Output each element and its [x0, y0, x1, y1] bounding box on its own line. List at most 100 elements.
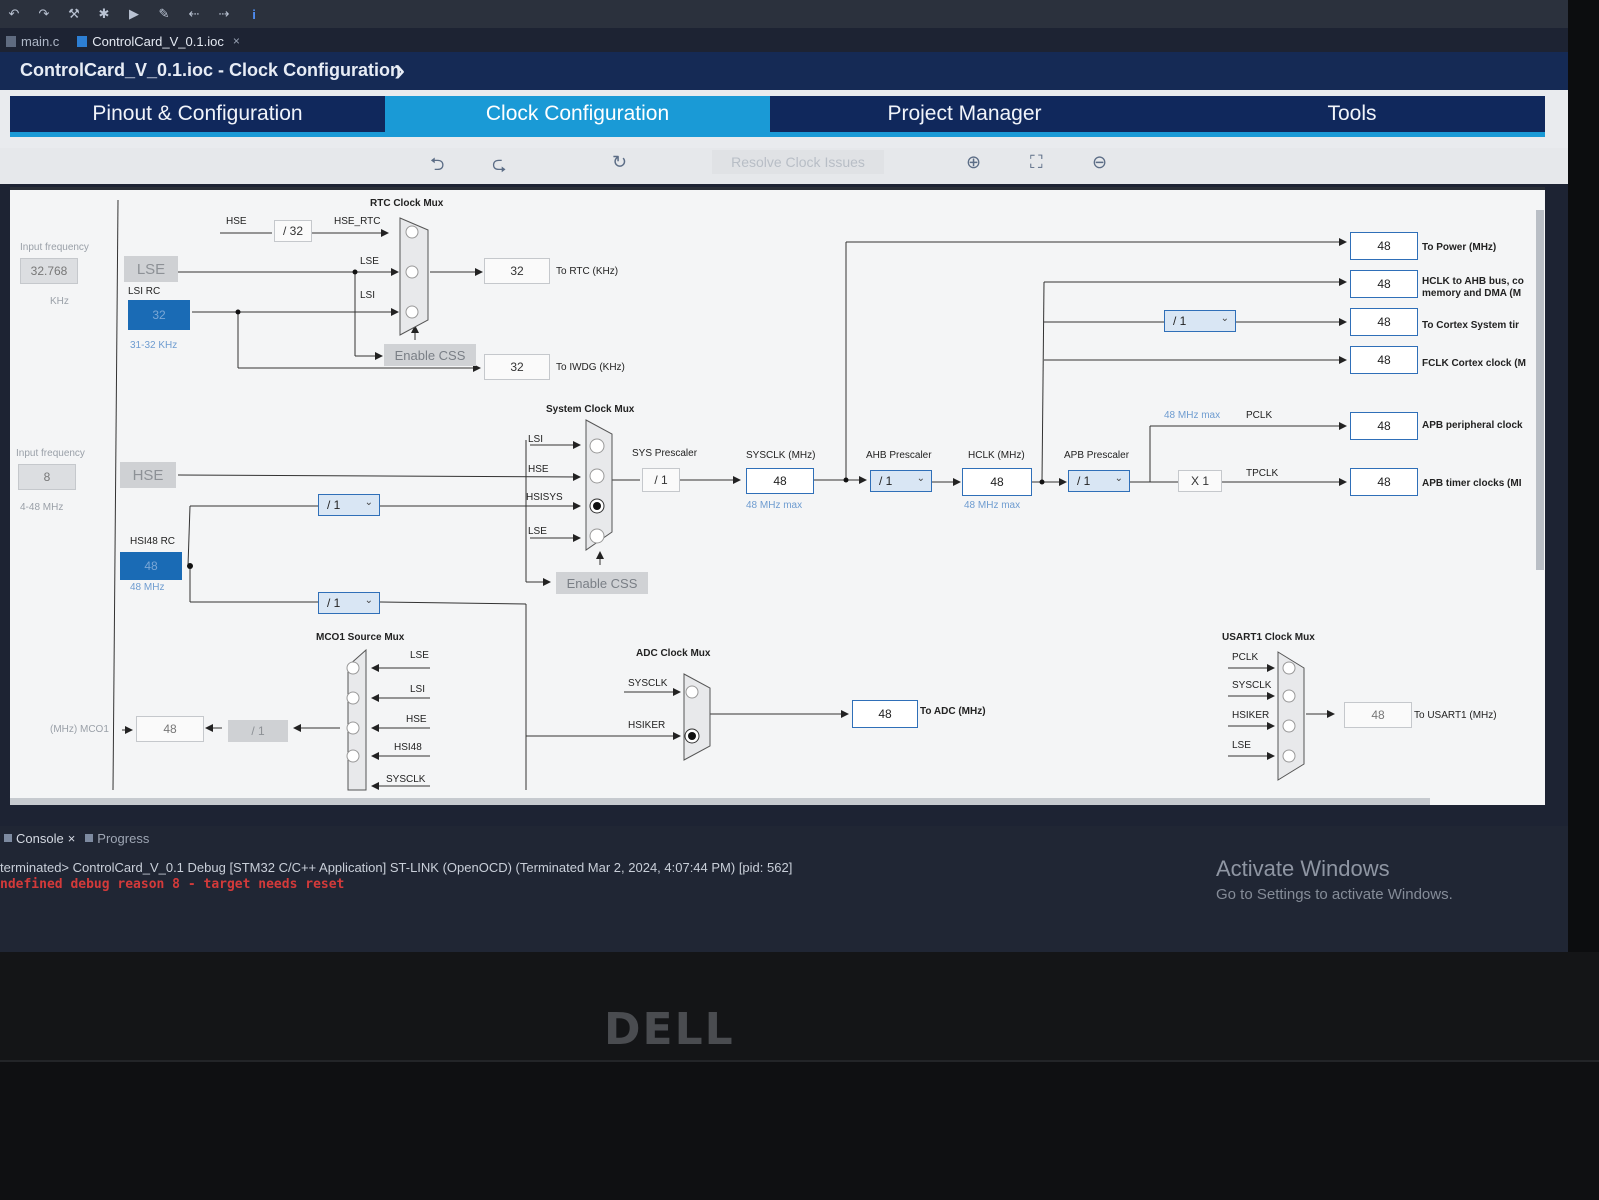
tab-progress[interactable]: Progress [85, 831, 149, 846]
console-status-line: terminated> ControlCard_V_0.1 Debug [STM… [0, 860, 793, 875]
fclk-frequency-value[interactable]: 48 [1350, 346, 1418, 374]
hclk-ahb-label: HCLK to AHB bus, co [1422, 276, 1524, 287]
undo-icon[interactable]: ↶ [6, 6, 22, 22]
redo-icon[interactable]: ↷ [36, 6, 52, 22]
horizontal-scrollbar[interactable] [10, 798, 1430, 805]
cortex-timer-label: To Cortex System tir [1422, 320, 1520, 331]
vertical-scrollbar[interactable] [1536, 210, 1544, 570]
hclk-value[interactable]: 48 [962, 468, 1032, 496]
mco1-frequency-value[interactable]: 48 [136, 716, 204, 742]
hse-range-label: 4-48 MHz [20, 502, 64, 513]
hsi48-divider-select[interactable]: / 1 ⌄ [318, 592, 380, 614]
forward-icon[interactable]: ⇢ [216, 6, 232, 22]
hse-rtc-divider[interactable]: / 32 [274, 220, 312, 242]
system-enable-css-button[interactable]: Enable CSS [556, 572, 648, 594]
page-title: ControlCard_V_0.1.ioc - Clock Configurat… [20, 60, 402, 80]
info-icon[interactable]: i [246, 7, 262, 22]
tab-project-manager[interactable]: Project Manager [770, 96, 1159, 132]
sysclk-value[interactable]: 48 [746, 468, 814, 494]
apb-peripheral-frequency-value[interactable]: 48 [1350, 412, 1418, 440]
file-icon [6, 35, 16, 47]
rtc-frequency-value[interactable]: 32 [484, 258, 550, 284]
apb-timer-frequency-value[interactable]: 48 [1350, 468, 1418, 496]
chevron-down-icon: ⌄ [1220, 313, 1229, 324]
editor-tab-main-c[interactable]: main.c [6, 34, 59, 49]
mco-lsi-label: LSI [410, 684, 426, 695]
usart1-clock-mux-label: USART1 Clock Mux [1222, 632, 1315, 643]
refresh-icon[interactable]: ↻ [612, 152, 627, 173]
lsi-range-label: 31-32 KHz [130, 340, 178, 351]
hsi48-rc-value[interactable]: 48 [120, 552, 182, 580]
adc-clock-mux-label: ADC Clock Mux [636, 648, 711, 659]
iwdg-frequency-value[interactable]: 32 [484, 354, 550, 380]
rtc-enable-css-button[interactable]: Enable CSS [384, 344, 476, 366]
usart-lse-label: LSE [1232, 740, 1251, 751]
fit-screen-icon[interactable]: ⛶ [1030, 152, 1043, 173]
ahb-prescaler-select[interactable]: / 1 ⌄ [870, 470, 932, 492]
to-iwdg-label: To IWDG (KHz) [556, 362, 625, 373]
mco-lse-label: LSE [410, 650, 429, 661]
apb-peripheral-label: APB peripheral clock [1422, 420, 1523, 431]
mco-hsi48-label: HSI48 [394, 742, 422, 753]
tab-console[interactable]: Console × [4, 831, 75, 846]
debug-icon[interactable]: ✱ [96, 6, 112, 22]
hse-frequency-input[interactable]: 8 [18, 464, 76, 490]
lse-block[interactable]: LSE [124, 256, 178, 282]
hclk-ahb-frequency-value[interactable]: 48 [1350, 270, 1418, 298]
power-frequency-value[interactable]: 48 [1350, 232, 1418, 260]
ahb-prescaler-label: AHB Prescaler [866, 450, 932, 461]
system-clock-mux-label: System Clock Mux [546, 404, 635, 415]
editor-tab-bar: main.c ControlCard_V_0.1.ioc × [0, 30, 240, 52]
dell-logo: DELL [604, 1004, 735, 1055]
tool-icon[interactable]: ✎ [156, 6, 172, 22]
cortex-timer-frequency-value[interactable]: 48 [1350, 308, 1418, 336]
redo-icon[interactable]: ⮎ [492, 152, 506, 182]
lsi-rc-label: LSI RC [128, 286, 161, 297]
sys-prescaler-value[interactable]: / 1 [642, 468, 680, 492]
close-icon[interactable]: × [233, 34, 240, 48]
zoom-in-icon[interactable]: ⊕ [966, 152, 981, 173]
chevron-down-icon: ⌄ [916, 473, 925, 484]
zoom-out-icon[interactable]: ⊖ [1092, 152, 1107, 173]
back-icon[interactable]: ⇠ [186, 6, 202, 22]
rtc-lse-label: LSE [360, 256, 379, 267]
adc-frequency-value[interactable]: 48 [852, 700, 918, 728]
tab-clock-configuration[interactable]: Clock Configuration [385, 96, 770, 132]
chevron-down-icon: ⌄ [364, 595, 373, 606]
lsi-rc-value[interactable]: 32 [128, 300, 190, 330]
screen: ↶ ↷ ⚒ ✱ ▶ ✎ ⇠ ⇢ i main.c ControlCard_V_0… [0, 0, 1568, 952]
console-panel: Console × Progress terminated> ControlCar… [0, 826, 1568, 952]
tab-underline [10, 132, 1545, 137]
sysclk-label: SYSCLK (MHz) [746, 450, 816, 461]
lse-input-frequency-label: Input frequency [20, 242, 89, 253]
pclk-max-label: 48 MHz max [1164, 410, 1221, 421]
close-icon[interactable]: × [68, 831, 76, 846]
progress-icon [85, 834, 94, 842]
usart-pclk-label: PCLK [1232, 652, 1259, 663]
clock-diagram: RTC Clock Mux HSE / 32 HSE_RTC Input fre… [10, 187, 1545, 805]
lse-frequency-input[interactable]: 32.768 [20, 258, 78, 284]
cortex-divider-select[interactable]: / 1 ⌄ [1164, 310, 1236, 332]
mco-hse-label: HSE [406, 714, 427, 725]
mco1-divider-select[interactable]: / 1 [228, 720, 288, 742]
apb-prescaler-select[interactable]: / 1 ⌄ [1068, 470, 1130, 492]
timer-multiplier: X 1 [1178, 470, 1222, 492]
tab-tools[interactable]: Tools [1159, 96, 1545, 132]
fclk-label: FCLK Cortex clock (M [1422, 358, 1526, 369]
tab-pinout[interactable]: Pinout & Configuration [10, 96, 385, 132]
usart1-frequency-value[interactable]: 48 [1344, 702, 1412, 728]
apb-prescaler-label: APB Prescaler [1064, 450, 1130, 461]
main-tab-bar: Pinout & Configuration Clock Configurati… [0, 90, 1568, 150]
sysmux-lse-label: LSE [528, 526, 547, 537]
resolve-clock-issues-button[interactable]: Resolve Clock Issues [712, 150, 884, 174]
hsisys-divider-select[interactable]: / 1 ⌄ [318, 494, 380, 516]
ioc-file-icon [77, 35, 88, 47]
run-icon[interactable]: ▶ [126, 6, 142, 22]
hse-block[interactable]: HSE [120, 462, 176, 488]
usart-hsiker-label: HSIKER [1232, 710, 1270, 721]
undo-icon[interactable]: ⮌ [430, 152, 444, 182]
apb-timer-label: APB timer clocks (MI [1422, 478, 1522, 489]
sysmux-hsisys-label: HSISYS [526, 492, 563, 503]
build-icon[interactable]: ⚒ [66, 6, 82, 22]
editor-tab-ioc[interactable]: ControlCard_V_0.1.ioc × [77, 34, 240, 49]
